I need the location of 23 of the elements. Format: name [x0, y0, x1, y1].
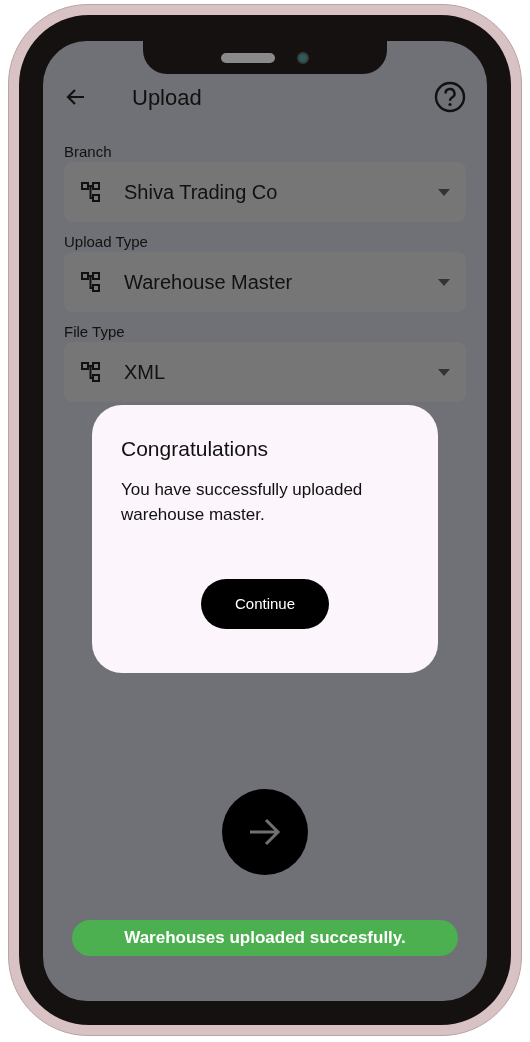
- hierarchy-icon: [81, 361, 101, 383]
- dialog-title: Congratulations: [121, 436, 270, 462]
- page-title: Upload: [132, 83, 202, 112]
- camera-icon: [297, 51, 309, 64]
- field-label: File Type: [64, 323, 126, 341]
- field-label: Branch: [64, 143, 113, 161]
- dropdown-value: Shiva Trading Co: [124, 180, 278, 205]
- help-icon[interactable]: [434, 81, 466, 113]
- dialog-message: You have successfully uploaded warehouse master.: [121, 479, 364, 526]
- hierarchy-icon: [81, 181, 101, 203]
- dropdown-field[interactable]: Shiva Trading Co: [64, 162, 466, 222]
- success-snackbar: Warehouses uploaded succesfully.: [72, 920, 458, 956]
- dropdown-field[interactable]: Warehouse Master: [64, 252, 466, 312]
- field-label: Upload Type: [64, 233, 149, 251]
- hierarchy-icon: [81, 271, 101, 293]
- continue-button[interactable]: Continue: [201, 579, 329, 629]
- dropdown-value: XML: [124, 360, 166, 385]
- dropdown-value: Warehouse Master: [124, 270, 293, 295]
- dropdown-field[interactable]: XML: [64, 342, 466, 402]
- speaker-grille-icon: [221, 52, 275, 63]
- dropdown-caret-icon: [438, 188, 450, 196]
- dropdown-caret-icon: [438, 368, 450, 376]
- dropdown-caret-icon: [438, 278, 450, 286]
